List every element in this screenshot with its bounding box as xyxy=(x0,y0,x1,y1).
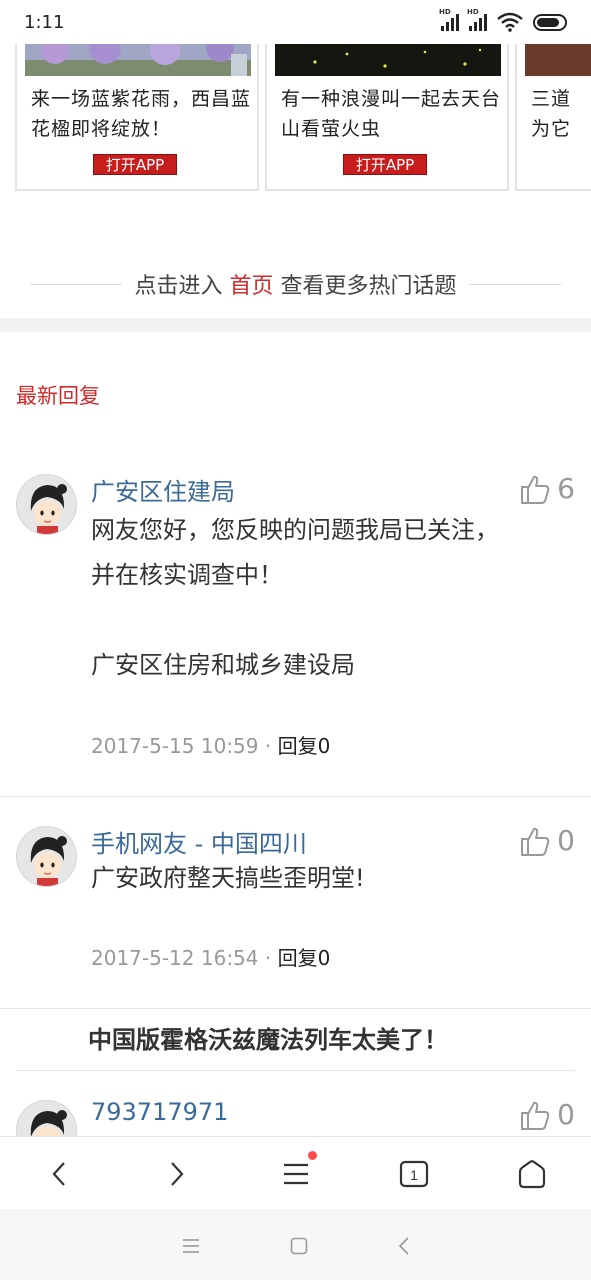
latest-replies-title: 最新回复 xyxy=(16,384,100,408)
card-title: 三道为它 xyxy=(531,88,572,140)
comment-item: 广安区住建局 6 网友您好，您反映的问题我局已关注， 并在核实调查中！ 广安区住… xyxy=(0,470,591,796)
menu-button[interactable] xyxy=(236,1137,354,1210)
svg-text:1: 1 xyxy=(410,1167,418,1183)
comment-author[interactable]: 广安区住建局 xyxy=(91,472,235,507)
meta-separator: · xyxy=(264,734,272,758)
comment-body: 网友您好，您反映的问题我局已关注， 并在核实调查中！ 广安区住房和城乡建设局 xyxy=(91,508,575,688)
hd-label: HD xyxy=(439,8,451,16)
related-articles-strip: 来一场蓝紫花雨，西昌蓝花楹即将绽放！ 打开APP 有一种浪漫叫一起去天台山看萤火… xyxy=(0,44,591,194)
thumbs-up-icon xyxy=(521,827,550,856)
comment-author[interactable]: 793717971 xyxy=(91,1098,228,1126)
avatar[interactable] xyxy=(16,826,77,887)
status-icons: HD HD xyxy=(439,8,567,32)
divider xyxy=(0,1008,591,1009)
comment-line: 广安区住房和城乡建设局 xyxy=(91,651,355,679)
like-button[interactable]: 0 xyxy=(519,824,575,857)
open-app-button[interactable]: 打开APP xyxy=(93,154,177,175)
like-button[interactable]: 6 xyxy=(519,472,575,505)
signal-icon: HD xyxy=(439,8,459,31)
like-count: 0 xyxy=(557,1098,575,1131)
divider-line xyxy=(468,283,562,285)
home-link-text: 点击进入 首页 查看更多热门话题 xyxy=(122,268,468,300)
forward-button[interactable] xyxy=(118,1137,236,1210)
forward-icon xyxy=(171,1161,184,1186)
thumbs-up-icon xyxy=(521,475,550,504)
comment-line: 网友您好，您反映的问题我局已关注， xyxy=(91,516,499,544)
card-title: 来一场蓝紫花雨，西昌蓝花楹即将绽放！ xyxy=(31,88,252,140)
tabs-button[interactable]: 1 xyxy=(355,1137,473,1210)
avatar-icon xyxy=(17,827,76,886)
comment-body: 广安政府整天搞些歪明堂! xyxy=(91,856,575,901)
home-link[interactable]: 首页 xyxy=(230,274,274,299)
battery-icon xyxy=(533,13,567,31)
home-icon xyxy=(518,1159,546,1188)
article-card[interactable]: 有一种浪漫叫一起去天台山看萤火虫 打开APP xyxy=(265,44,509,191)
menu-icon xyxy=(283,1163,308,1184)
article-card[interactable]: 来一场蓝紫花雨，西昌蓝花楹即将绽放！ 打开APP xyxy=(15,44,259,191)
card-title: 有一种浪漫叫一起去天台山看萤火虫 xyxy=(281,88,502,140)
comment-author[interactable]: 手机网友 - 中国四川 xyxy=(91,824,307,859)
comment-item: 793717971 0 xyxy=(0,1096,591,1161)
back-button[interactable] xyxy=(0,1137,118,1210)
recents-icon[interactable] xyxy=(181,1237,201,1255)
browser-toolbar: 1 xyxy=(0,1136,591,1210)
avatar-icon xyxy=(17,475,76,534)
card-image xyxy=(525,44,591,76)
card-image xyxy=(275,44,501,76)
home-link-prefix: 点击进入 xyxy=(134,274,223,299)
comment-time: 2017-5-12 16:54 xyxy=(91,946,259,970)
back-icon xyxy=(52,1161,65,1186)
divider-line xyxy=(30,283,123,285)
home-link-row: 点击进入 首页 查看更多热门话题 xyxy=(30,264,562,304)
comment-meta: 2017-5-12 16:54 · 回复0 xyxy=(91,942,330,971)
divider xyxy=(0,796,591,797)
divider xyxy=(16,1070,575,1071)
system-navigation-bar xyxy=(0,1210,591,1280)
comment-item: 手机网友 - 中国四川 0 广安政府整天搞些歪明堂! 2017-5-12 16:… xyxy=(0,822,591,1008)
home-link-suffix: 查看更多热门话题 xyxy=(280,274,457,299)
open-app-button[interactable]: 打开APP xyxy=(343,154,427,175)
meta-separator: · xyxy=(264,946,272,970)
like-button[interactable]: 0 xyxy=(519,1098,575,1131)
reply-link[interactable]: 回复0 xyxy=(278,946,331,970)
section-separator xyxy=(0,318,591,332)
hd-label-2: HD xyxy=(467,8,479,16)
comment-meta: 2017-5-15 10:59 · 回复0 xyxy=(91,730,330,759)
status-time: 1:11 xyxy=(24,11,65,33)
comment-line: 并在核实调查中！ xyxy=(91,561,283,589)
system-back-icon[interactable] xyxy=(397,1236,411,1256)
promo-article-title[interactable]: 中国版霍格沃兹魔法列车太美了！ xyxy=(88,1020,448,1055)
tabs-icon: 1 xyxy=(399,1160,428,1187)
avatar[interactable] xyxy=(16,474,77,535)
status-bar: 1:11 HD HD xyxy=(0,0,591,44)
signal-icon-2: HD xyxy=(467,8,487,31)
square-home-icon[interactable] xyxy=(289,1236,309,1256)
comment-time: 2017-5-15 10:59 xyxy=(91,734,259,758)
like-count: 6 xyxy=(557,472,575,505)
reply-link[interactable]: 回复0 xyxy=(278,734,331,758)
comment-line: 广安政府整天搞些歪明堂! xyxy=(91,864,365,892)
home-button[interactable] xyxy=(473,1137,591,1210)
wifi-icon xyxy=(497,12,523,32)
like-count: 0 xyxy=(557,824,575,857)
article-card[interactable]: 三道为它 xyxy=(515,44,591,191)
thumbs-up-icon xyxy=(521,1101,550,1130)
notification-dot xyxy=(307,1151,317,1160)
card-image xyxy=(25,44,251,76)
